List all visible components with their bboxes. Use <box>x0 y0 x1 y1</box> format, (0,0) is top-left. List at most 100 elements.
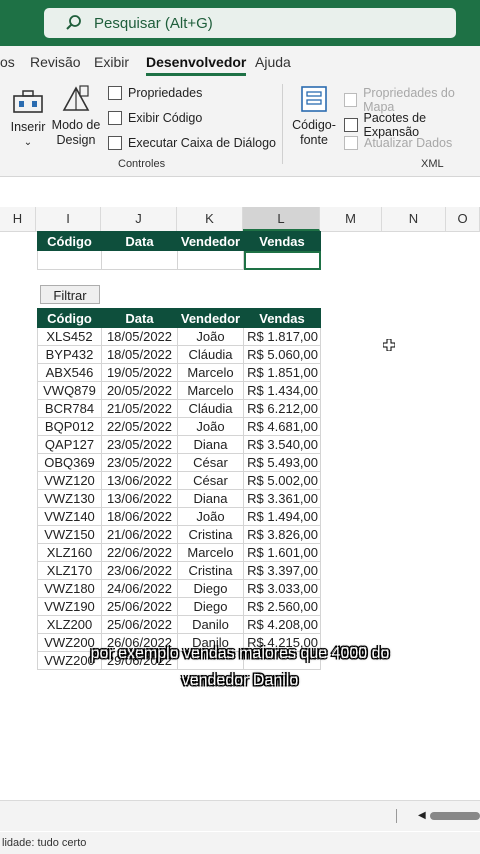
cell-codigo[interactable]: BQP012 <box>37 417 102 436</box>
cell-data[interactable]: 23/05/2022 <box>101 435 178 454</box>
cell-codigo[interactable]: BYP432 <box>37 345 102 364</box>
cell-vendas[interactable]: R$ 3.540,00 <box>243 435 321 454</box>
criteria-cell[interactable] <box>101 250 178 270</box>
cell-vendedor[interactable]: Cristina <box>177 525 244 544</box>
cell-vendas[interactable]: R$ 1.494,00 <box>243 507 321 526</box>
cell-codigo[interactable]: BCR784 <box>37 399 102 418</box>
cell-codigo[interactable]: XLS452 <box>37 327 102 346</box>
cell-vendas[interactable]: R$ 1.851,00 <box>243 363 321 382</box>
cell-vendedor[interactable]: Diana <box>177 435 244 454</box>
active-cell[interactable] <box>243 250 321 270</box>
cell-vendas[interactable]: R$ 3.397,00 <box>243 561 321 580</box>
scroll-left-icon[interactable]: ◀ <box>418 810 426 821</box>
cell-codigo[interactable]: XLZ160 <box>37 543 102 562</box>
criteria-cell[interactable] <box>37 250 102 270</box>
cell-data[interactable]: 21/05/2022 <box>101 399 178 418</box>
cell-vendedor[interactable]: João <box>177 327 244 346</box>
formula-bar[interactable] <box>0 177 480 208</box>
atualizar-dados-button[interactable]: Atualizar Dados <box>344 136 452 150</box>
cell-vendas[interactable]: R$ 5.002,00 <box>243 471 321 490</box>
cell-vendedor[interactable]: Diego <box>177 597 244 616</box>
cell-vendedor[interactable]: Diego <box>177 579 244 598</box>
cell-codigo[interactable]: VWZ140 <box>37 507 102 526</box>
cell-vendas[interactable]: R$ 5.060,00 <box>243 345 321 364</box>
cell-vendedor[interactable]: João <box>177 507 244 526</box>
cell-codigo[interactable]: XLZ200 <box>37 615 102 634</box>
cell-codigo[interactable]: VWZ150 <box>37 525 102 544</box>
cell-codigo[interactable]: VWZ190 <box>37 597 102 616</box>
cell-vendas[interactable]: R$ 4.208,00 <box>243 615 321 634</box>
cell-data[interactable]: 23/06/2022 <box>101 561 178 580</box>
cell-data[interactable]: 24/06/2022 <box>101 579 178 598</box>
cell-vendedor[interactable]: César <box>177 453 244 472</box>
cell-vendedor[interactable]: Danilo <box>177 615 244 634</box>
cell-data[interactable]: 25/06/2022 <box>101 615 178 634</box>
cell-data[interactable]: 18/05/2022 <box>101 327 178 346</box>
cell-vendedor[interactable]: César <box>177 471 244 490</box>
cell-codigo[interactable]: VWZ130 <box>37 489 102 508</box>
cell-vendas[interactable]: R$ 5.493,00 <box>243 453 321 472</box>
cell-codigo[interactable]: QAP127 <box>37 435 102 454</box>
tab-ajuda[interactable]: Ajuda <box>255 54 291 70</box>
cell-codigo[interactable]: ABX546 <box>37 363 102 382</box>
exibir-codigo-button[interactable]: Exibir Código <box>108 111 202 125</box>
cell-data[interactable]: 19/05/2022 <box>101 363 178 382</box>
inserir-button[interactable]: Inserir ⌄ <box>8 88 48 150</box>
horizontal-scrollbar[interactable] <box>430 812 480 820</box>
cell-vendedor[interactable]: Cláudia <box>177 345 244 364</box>
tab-desenvolvedor[interactable]: Desenvolvedor <box>146 54 247 76</box>
cell-vendas[interactable]: R$ 3.826,00 <box>243 525 321 544</box>
cell-codigo[interactable]: VWZ120 <box>37 471 102 490</box>
cell-data[interactable]: 22/05/2022 <box>101 417 178 436</box>
cell-vendedor[interactable]: Diana <box>177 489 244 508</box>
cell-vendas[interactable]: R$ 3.361,00 <box>243 489 321 508</box>
cell-codigo[interactable]: OBQ369 <box>37 453 102 472</box>
cell-vendas[interactable]: R$ 1.817,00 <box>243 327 321 346</box>
cell-data[interactable]: 13/06/2022 <box>101 471 178 490</box>
filtrar-button[interactable]: Filtrar <box>40 285 100 304</box>
cell-vendedor[interactable]: Marcelo <box>177 363 244 382</box>
propriedades-mapa-button[interactable]: Propriedades do Mapa <box>344 86 480 114</box>
column-header-l[interactable]: L <box>243 207 320 231</box>
column-header-i[interactable]: I <box>36 207 101 231</box>
cell-data[interactable]: 13/06/2022 <box>101 489 178 508</box>
cell-vendas[interactable]: R$ 2.560,00 <box>243 597 321 616</box>
tab-revisao[interactable]: Revisão <box>30 54 81 70</box>
codigo-fonte-button[interactable]: Código- fonte <box>290 84 338 148</box>
cell-vendedor[interactable]: Cláudia <box>177 399 244 418</box>
column-header-h[interactable]: H <box>0 207 36 231</box>
propriedades-button[interactable]: Propriedades <box>108 86 202 100</box>
modo-design-button[interactable]: Modo de Design <box>50 84 102 148</box>
cell-vendas[interactable]: R$ 6.212,00 <box>243 399 321 418</box>
cell-codigo[interactable]: VWQ879 <box>37 381 102 400</box>
cell-vendedor[interactable]: Cristina <box>177 561 244 580</box>
cell-data[interactable]: 18/05/2022 <box>101 345 178 364</box>
column-header-m[interactable]: M <box>320 207 382 231</box>
cell-vendas[interactable]: R$ 3.033,00 <box>243 579 321 598</box>
cell-vendas[interactable]: R$ 1.601,00 <box>243 543 321 562</box>
search-box[interactable]: Pesquisar (Alt+G) <box>44 8 456 38</box>
cell-vendedor[interactable]: João <box>177 417 244 436</box>
sheet-tab-bar: ◀ <box>0 800 480 831</box>
pacotes-expansao-button[interactable]: Pacotes de Expansão <box>344 111 480 139</box>
column-header-k[interactable]: K <box>177 207 243 231</box>
tab-pagina[interactable]: os <box>0 54 15 70</box>
cell-data[interactable]: 23/05/2022 <box>101 453 178 472</box>
cell-data[interactable]: 22/06/2022 <box>101 543 178 562</box>
cell-codigo[interactable]: XLZ170 <box>37 561 102 580</box>
cell-data[interactable]: 20/05/2022 <box>101 381 178 400</box>
cell-vendas[interactable]: R$ 4.681,00 <box>243 417 321 436</box>
cell-vendedor[interactable]: Marcelo <box>177 543 244 562</box>
cell-codigo[interactable]: VWZ180 <box>37 579 102 598</box>
cell-vendas[interactable]: R$ 1.434,00 <box>243 381 321 400</box>
cell-data[interactable]: 18/06/2022 <box>101 507 178 526</box>
criteria-cell[interactable] <box>177 250 244 270</box>
cell-data[interactable]: 21/06/2022 <box>101 525 178 544</box>
column-header-n[interactable]: N <box>382 207 446 231</box>
cell-vendedor[interactable]: Marcelo <box>177 381 244 400</box>
column-header-j[interactable]: J <box>101 207 177 231</box>
cell-data[interactable]: 25/06/2022 <box>101 597 178 616</box>
tab-exibir[interactable]: Exibir <box>94 54 129 70</box>
executar-caixa-button[interactable]: Executar Caixa de Diálogo <box>108 136 276 150</box>
column-header-o[interactable]: O <box>446 207 480 231</box>
